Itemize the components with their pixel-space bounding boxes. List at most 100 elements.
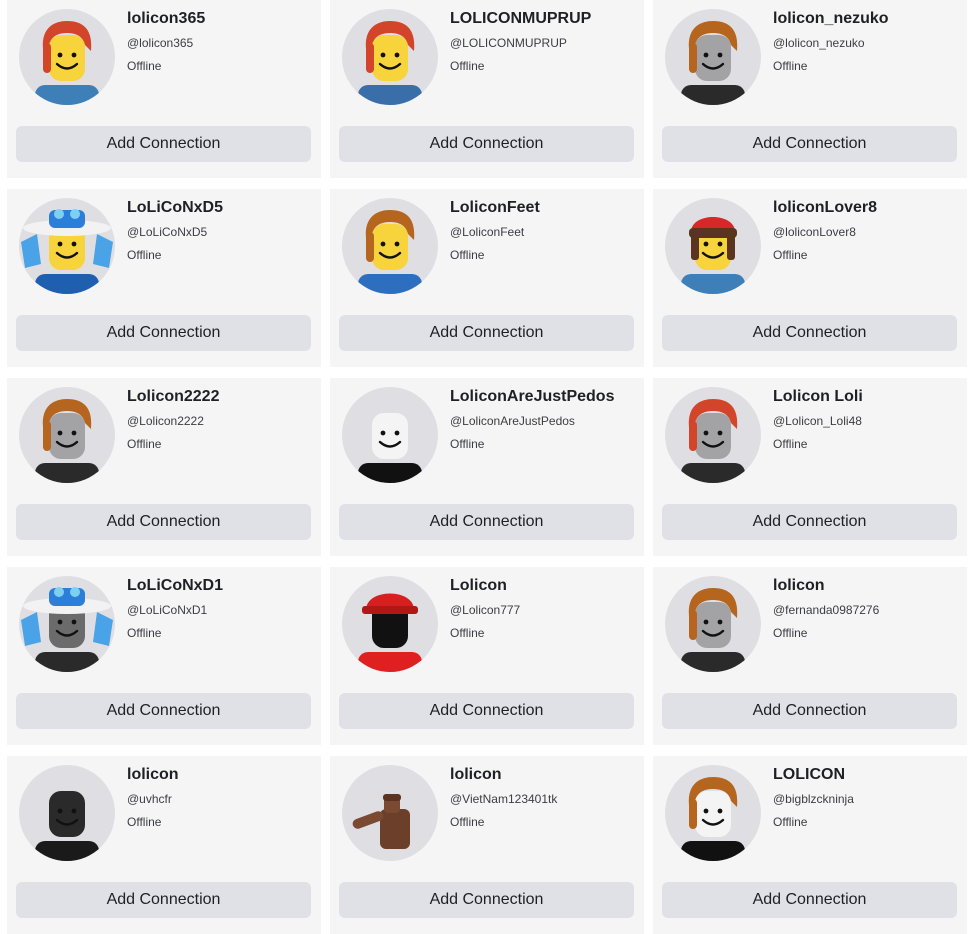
presence-status: Offline: [450, 437, 485, 451]
avatar-dark-icon: [35, 791, 99, 861]
user-card: LOLICON @bigblzckninja Offline Add Conne…: [653, 756, 967, 934]
avatar-red-hair-icon: [35, 21, 99, 105]
user-display-name[interactable]: lolicon_nezuko: [773, 10, 889, 28]
avatar-blue-hat-icon: [21, 587, 113, 672]
avatar-red-hair-icon: [358, 21, 422, 105]
presence-status: Offline: [127, 437, 162, 451]
add-connection-button[interactable]: Add Connection: [16, 315, 311, 351]
avatar[interactable]: [665, 9, 761, 105]
avatar-brown-hair-icon: [358, 210, 422, 294]
presence-status: Offline: [773, 626, 808, 640]
user-display-name[interactable]: Lolicon Loli: [773, 388, 863, 406]
add-connection-button[interactable]: Add Connection: [16, 504, 311, 540]
presence-status: Offline: [127, 248, 162, 262]
user-handle: @Lolicon2222: [127, 414, 204, 428]
user-display-name[interactable]: Lolicon: [450, 577, 507, 595]
add-connection-button[interactable]: Add Connection: [16, 126, 311, 162]
add-connection-button[interactable]: Add Connection: [16, 693, 311, 729]
avatar-blue-hat-icon: [21, 209, 113, 294]
add-connection-button[interactable]: Add Connection: [339, 693, 634, 729]
user-handle: @VietNam123401tk: [450, 792, 558, 806]
user-display-name[interactable]: lolicon: [127, 766, 179, 784]
user-display-name[interactable]: LoliconAreJustPedos: [450, 388, 614, 406]
user-card: LoLiCoNxD1 @LoLiCoNxD1 Offline Add Conne…: [7, 567, 321, 745]
user-card: lolicon365 @lolicon365 Offline Add Conne…: [7, 0, 321, 178]
user-handle: @LoliconFeet: [450, 225, 525, 239]
avatar[interactable]: [342, 9, 438, 105]
user-display-name[interactable]: LOLICONMUPRUP: [450, 10, 591, 28]
avatar[interactable]: [19, 387, 115, 483]
connections-grid: lolicon365 @lolicon365 Offline Add Conne…: [7, 0, 967, 934]
avatar[interactable]: [19, 9, 115, 105]
avatar-roblox-cap-icon: [358, 593, 422, 672]
user-card: LOLICONMUPRUP @LOLICONMUPRUP Offline Add…: [330, 0, 644, 178]
user-handle: @fernanda0987276: [773, 603, 880, 617]
avatar-figure-icon: [352, 794, 410, 849]
add-connection-button[interactable]: Add Connection: [16, 882, 311, 918]
user-card: lolicon @fernanda0987276 Offline Add Con…: [653, 567, 967, 745]
user-handle: @LOLICONMUPRUP: [450, 36, 567, 50]
avatar[interactable]: [19, 576, 115, 672]
presence-status: Offline: [773, 59, 808, 73]
presence-status: Offline: [450, 59, 485, 73]
add-connection-button[interactable]: Add Connection: [339, 315, 634, 351]
user-card: lolicon_nezuko @lolicon_nezuko Offline A…: [653, 0, 967, 178]
user-card: LoliconAreJustPedos @LoliconAreJustPedos…: [330, 378, 644, 556]
user-display-name[interactable]: Lolicon2222: [127, 388, 219, 406]
avatar[interactable]: [19, 198, 115, 294]
add-connection-button[interactable]: Add Connection: [339, 126, 634, 162]
user-card: lolicon @uvhcfr Offline Add Connection: [7, 756, 321, 934]
user-display-name[interactable]: lolicon: [450, 766, 502, 784]
user-handle: @lolicon365: [127, 36, 194, 50]
presence-status: Offline: [773, 815, 808, 829]
presence-status: Offline: [450, 248, 485, 262]
user-handle: @Lolicon_Loli48: [773, 414, 862, 428]
presence-status: Offline: [127, 815, 162, 829]
user-display-name[interactable]: LoliconFeet: [450, 199, 540, 217]
user-display-name[interactable]: loliconLover8: [773, 199, 877, 217]
avatar-red-cap-icon: [681, 217, 745, 294]
user-card: loliconLover8 @loliconLover8 Offline Add…: [653, 189, 967, 367]
avatar[interactable]: [342, 387, 438, 483]
presence-status: Offline: [450, 815, 485, 829]
user-handle: @LoLiCoNxD5: [127, 225, 208, 239]
user-display-name[interactable]: lolicon365: [127, 10, 205, 28]
user-card: LoLiCoNxD5 @LoLiCoNxD5 Offline Add Conne…: [7, 189, 321, 367]
add-connection-button[interactable]: Add Connection: [662, 882, 957, 918]
avatar[interactable]: [342, 198, 438, 294]
avatar[interactable]: [665, 576, 761, 672]
avatar[interactable]: [665, 198, 761, 294]
presence-status: Offline: [127, 626, 162, 640]
user-handle: @LoliconAreJustPedos: [450, 414, 575, 428]
avatar-brown-hair-icon: [681, 588, 745, 672]
add-connection-button[interactable]: Add Connection: [339, 882, 634, 918]
presence-status: Offline: [773, 248, 808, 262]
add-connection-button[interactable]: Add Connection: [662, 693, 957, 729]
avatar-brown-hair-icon: [35, 399, 99, 483]
user-display-name[interactable]: lolicon: [773, 577, 825, 595]
user-handle: @bigblzckninja: [773, 792, 854, 806]
avatar-brown-hair-icon: [681, 777, 745, 861]
avatar[interactable]: [665, 387, 761, 483]
avatar[interactable]: [342, 576, 438, 672]
avatar[interactable]: [665, 765, 761, 861]
presence-status: Offline: [450, 626, 485, 640]
avatar[interactable]: [19, 765, 115, 861]
avatar[interactable]: [342, 765, 438, 861]
user-handle: @uvhcfr: [127, 792, 172, 806]
user-display-name[interactable]: LOLICON: [773, 766, 845, 784]
user-display-name[interactable]: LoLiCoNxD5: [127, 199, 223, 217]
add-connection-button[interactable]: Add Connection: [662, 315, 957, 351]
user-display-name[interactable]: LoLiCoNxD1: [127, 577, 223, 595]
add-connection-button[interactable]: Add Connection: [339, 504, 634, 540]
avatar-bald-icon: [358, 413, 422, 483]
user-card: Lolicon @Lolicon777 Offline Add Connecti…: [330, 567, 644, 745]
user-handle: @Lolicon777: [450, 603, 521, 617]
presence-status: Offline: [127, 59, 162, 73]
user-handle: @LoLiCoNxD1: [127, 603, 208, 617]
user-card: Lolicon Loli @Lolicon_Loli48 Offline Add…: [653, 378, 967, 556]
add-connection-button[interactable]: Add Connection: [662, 504, 957, 540]
user-card: LoliconFeet @LoliconFeet Offline Add Con…: [330, 189, 644, 367]
user-handle: @lolicon_nezuko: [773, 36, 865, 50]
add-connection-button[interactable]: Add Connection: [662, 126, 957, 162]
